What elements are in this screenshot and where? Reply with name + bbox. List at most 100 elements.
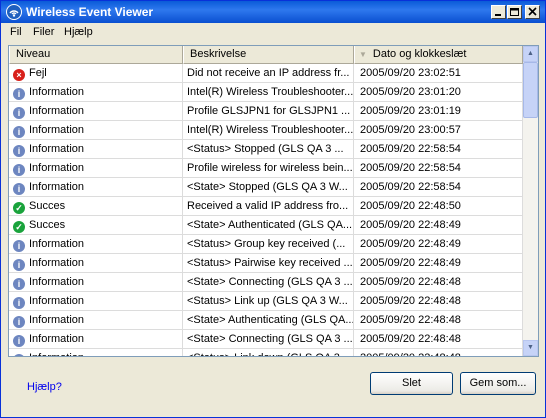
table-row[interactable]: ✓ Succes Received a valid IP address fro..… [9,197,523,216]
info-icon: i [13,164,25,176]
cell-date: 2005/09/20 22:58:54 [354,140,523,159]
info-icon: i [13,316,25,328]
menu-bar: Fil Filer Hjælp [1,23,545,42]
level-label: Fejl [29,67,47,79]
cell-description: <Status> Link down (GLS QA 3 ... [183,349,354,356]
table-row[interactable]: i Information Profile wireless for wireles… [9,159,523,178]
cell-date: 2005/09/20 22:48:48 [354,292,523,311]
level-label: Information [29,143,85,155]
app-window: Wireless Event Viewer Fil Filer Hjælp Ni… [0,0,546,418]
window-title: Wireless Event Viewer [26,5,154,19]
maximize-icon [510,8,519,16]
cell-date: 2005/09/20 22:48:48 [354,330,523,349]
cell-date: 2005/09/20 22:48:48 [354,349,523,356]
cell-description: <State> Connecting (GLS QA 3 ... [183,273,354,292]
list-header: Niveau Beskrivelse ▼ Dato og klokkeslæt [9,46,523,64]
table-row[interactable]: i Information <Status> Stopped (GLS QA 3 .… [9,140,523,159]
level-label: Information [29,181,85,193]
scroll-thumb[interactable] [523,62,538,118]
cell-level: i Information [9,159,183,178]
cell-level: i Information [9,330,183,349]
table-row[interactable]: ✓ Succes <State> Authenticated (GLS QA... 2… [9,216,523,235]
cell-level: ✓ Succes [9,197,183,216]
level-label: Information [29,257,85,269]
table-row[interactable]: × Fejl Did not receive an IP address fr...… [9,64,523,83]
level-label: Succes [29,200,66,212]
level-label: Information [29,276,85,288]
scroll-down-button[interactable]: ▼ [523,340,538,356]
cell-level: i Information [9,83,183,102]
cell-level: i Information [9,349,183,356]
cell-level: i Information [9,102,183,121]
success-icon: ✓ [13,221,25,233]
column-header-beskrivelse[interactable]: Beskrivelse [183,46,354,64]
info-icon: i [13,278,25,290]
cell-date: 2005/09/20 22:58:54 [354,178,523,197]
table-row[interactable]: i Information <Status> Pairwise key receiv… [9,254,523,273]
cell-level: × Fejl [9,64,183,83]
cell-date: 2005/09/20 22:48:48 [354,273,523,292]
cell-description: <Status> Stopped (GLS QA 3 ... [183,140,354,159]
cell-description: Did not receive an IP address fr... [183,64,354,83]
column-header-dato[interactable]: ▼ Dato og klokkeslæt [354,46,523,64]
table-row[interactable]: i Information <State> Connecting (GLS QA 3… [9,273,523,292]
info-icon: i [13,259,25,271]
cell-level: i Information [9,311,183,330]
cell-description: Intel(R) Wireless Troubleshooter... [183,83,354,102]
info-icon: i [13,145,25,157]
vertical-scrollbar[interactable]: ▲ ▼ [523,46,538,356]
cell-description: <State> Authenticating (GLS QA... [183,311,354,330]
scroll-up-icon: ▲ [527,50,534,57]
cell-level: i Information [9,121,183,140]
table-row[interactable]: i Information Intel(R) Wireless Troublesho… [9,121,523,140]
cell-description: <Status> Pairwise key received ... [183,254,354,273]
sort-arrow-icon: ▼ [359,50,367,59]
level-label: Information [29,295,85,307]
save-as-button[interactable]: Gem som... [460,372,536,395]
cell-description: <Status> Link up (GLS QA 3 W... [183,292,354,311]
help-link[interactable]: Hjælp? [27,381,62,393]
event-list[interactable]: Niveau Beskrivelse ▼ Dato og klokkeslæt ×… [8,45,539,357]
level-label: Information [29,238,85,250]
scroll-down-icon: ▼ [527,344,534,351]
table-row[interactable]: i Information <Status> Link down (GLS QA 3… [9,349,523,356]
menu-fil[interactable]: Fil [10,26,22,38]
info-icon: i [13,88,25,100]
cell-level: i Information [9,140,183,159]
cell-description: Profile wireless for wireless bein... [183,159,354,178]
table-row[interactable]: i Information <State> Connecting (GLS QA 3… [9,330,523,349]
cell-level: i Information [9,254,183,273]
menu-filer[interactable]: Filer [33,26,54,38]
info-icon: i [13,183,25,195]
minimize-button[interactable] [491,5,506,19]
table-row[interactable]: i Information Profile GLSJPN1 for GLSJPN1 … [9,102,523,121]
table-row[interactable]: i Information <Status> Link up (GLS QA 3 W… [9,292,523,311]
level-label: Information [29,352,84,356]
scroll-up-button[interactable]: ▲ [523,46,538,62]
title-bar[interactable]: Wireless Event Viewer [1,1,545,23]
close-button[interactable] [525,5,540,19]
delete-button[interactable]: Slet [370,372,453,395]
cell-level: i Information [9,235,183,254]
cell-date: 2005/09/20 22:58:54 [354,159,523,178]
minimize-icon [495,14,501,16]
column-header-niveau[interactable]: Niveau [9,46,183,64]
table-row[interactable]: i Information <State> Stopped (GLS QA 3 W.… [9,178,523,197]
level-label: Information [29,162,85,174]
level-label: Information [29,86,85,98]
table-row[interactable]: i Information <Status> Group key received … [9,235,523,254]
table-row[interactable]: i Information Intel(R) Wireless Troublesho… [9,83,523,102]
cell-date: 2005/09/20 22:48:49 [354,254,523,273]
cell-date: 2005/09/20 22:48:49 [354,216,523,235]
level-label: Information [29,105,85,117]
cell-description: <State> Authenticated (GLS QA... [183,216,354,235]
error-icon: × [13,69,25,81]
level-label: Succes [29,219,66,231]
menu-hjaelp[interactable]: Hjælp [64,26,93,38]
column-header-dato-label: Dato og klokkeslæt [372,48,467,60]
level-label: Information [29,314,85,326]
maximize-button[interactable] [507,5,522,19]
table-row[interactable]: i Information <State> Authenticating (GLS … [9,311,523,330]
cell-level: ✓ Succes [9,216,183,235]
cell-description: <State> Connecting (GLS QA 3 ... [183,330,354,349]
